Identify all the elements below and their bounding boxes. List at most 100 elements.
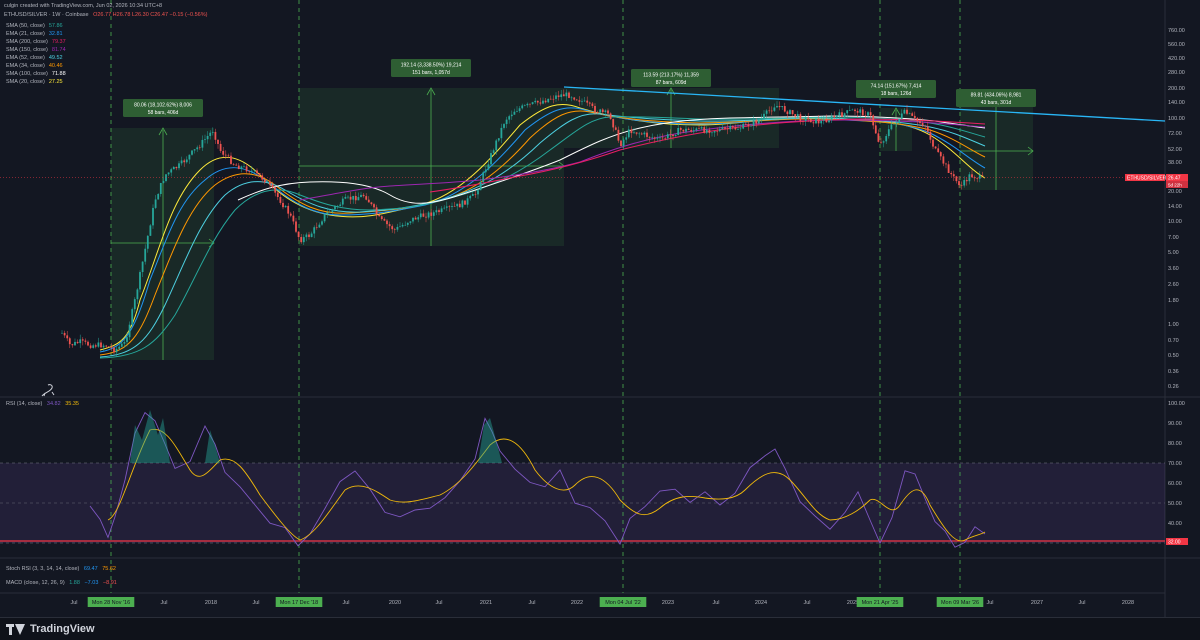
last-price-symbol: ETHUSD/SILVER [1127, 176, 1167, 182]
time-tick-label: Jul [435, 600, 442, 606]
time-tick-label: Jul [252, 600, 259, 606]
price-tick-label: 1.80 [1168, 298, 1179, 304]
rsi-tick-label: 60.00 [1168, 481, 1182, 487]
time-tick-label: 2027 [1031, 600, 1043, 606]
legend-item[interactable]: EMA (21, close) 32.81 [6, 30, 63, 38]
time-tick-label: Jul [1078, 600, 1085, 606]
measurement-label-line1: 89.81 (434.06%) 8,981 [971, 93, 1022, 99]
time-tick-label: Jul [803, 600, 810, 606]
stoch-rsi-legend[interactable]: Stoch RSI (3, 3, 14, 14, close) 69.47 75… [6, 566, 116, 572]
time-tick-label: 2020 [389, 600, 401, 606]
legend-item[interactable]: EMA (52, close) 49.52 [6, 54, 63, 62]
chart-canvas[interactable]: 80.06 (18,102.62%) 8,00658 bars, 406d 192… [0, 0, 1200, 617]
price-tick-label: 14.00 [1168, 204, 1182, 210]
measurement-label-line1: 74.14 (151.67%) 7,414 [871, 84, 922, 90]
author-line: culgin created with TradingView.com, Jun… [4, 3, 163, 9]
rsi-tick-label: 40.00 [1168, 521, 1182, 527]
rsi-legend[interactable]: RSI (14, close) 34.82 35.35 [6, 401, 79, 407]
rsi-marker-value: 32.00 [1168, 540, 1181, 546]
symbol-line[interactable]: ETHUSD/SILVER · 1W · Coinbase O26.77 H26… [4, 12, 207, 19]
legend-value: 79.37 [51, 39, 66, 45]
price-tick-label: 5.00 [1168, 250, 1179, 256]
time-tick-label: 2024 [755, 600, 767, 606]
measurement-label-line1: 113.59 (213.17%) 11,359 [643, 73, 699, 79]
time-marker-label: Mon 17 Dec '18 [280, 600, 318, 606]
price-tick-label: 20.00 [1168, 189, 1182, 195]
price-tick-label: 38.00 [1168, 160, 1182, 166]
price-tick-label: 3.60 [1168, 266, 1179, 272]
time-tick-label: 2018 [205, 600, 217, 606]
legend-label: SMA (200, close) [6, 39, 48, 45]
footer-bar: TradingView [0, 617, 1200, 640]
price-tick-label: 760.00 [1168, 28, 1185, 34]
ohlc-values: O26.77 H26.78 L26.30 C26.47 −0.15 (−0.56… [93, 12, 208, 18]
price-tick-label: 52.00 [1168, 147, 1182, 153]
rsi-tick-label: 100.00 [1168, 401, 1185, 407]
legend-item[interactable]: SMA (200, close) 79.37 [6, 38, 66, 46]
price-tick-label: 0.26 [1168, 384, 1179, 390]
brand-name: TradingView [30, 623, 95, 635]
time-marker-label: Mon 04 Jul '22 [605, 600, 641, 606]
legend-value: 49.52 [48, 55, 63, 61]
price-tick-label: 7.00 [1168, 235, 1179, 241]
rsi-tick-label: 90.00 [1168, 421, 1182, 427]
measurement-label-line2: 43 bars, 301d [981, 100, 1012, 106]
brand[interactable]: TradingView [6, 623, 95, 635]
measurement-label-line1: 80.06 (18,102.62%) 8,006 [134, 103, 192, 109]
price-tick-label: 280.00 [1168, 70, 1185, 76]
legend-label: EMA (34, close) [6, 63, 45, 69]
time-tick-label: Jul [342, 600, 349, 606]
price-tick-label: 200.00 [1168, 86, 1185, 92]
price-tick-label: 100.00 [1168, 116, 1185, 122]
last-price-value: 26.47 [1168, 176, 1181, 182]
measurement-label-line2: 87 bars, 609d [656, 80, 687, 86]
legend-value: 81.74 [51, 47, 66, 53]
legend-item[interactable]: SMA (100, close) 71.88 [6, 70, 66, 78]
price-tick-label: 0.70 [1168, 338, 1179, 344]
legend-label: SMA (100, close) [6, 71, 48, 77]
legend-item[interactable]: SMA (150, close) 81.74 [6, 46, 66, 54]
macd-legend[interactable]: MACD (close, 12, 26, 9) 1.88 −7.03 −8.91 [6, 580, 117, 586]
price-tick-label: 0.50 [1168, 353, 1179, 359]
time-tick-label: 2021 [480, 600, 492, 606]
time-marker-label: Mon 09 Mar '26 [941, 600, 979, 606]
last-price-countdown: 5d 22h [1168, 183, 1182, 188]
rsi-tick-label: 80.00 [1168, 441, 1182, 447]
time-tick-label: Jul [712, 600, 719, 606]
price-tick-label: 0.36 [1168, 369, 1179, 375]
time-marker-label: Mon 21 Apr '25 [862, 600, 899, 606]
rsi-tick-label: 50.00 [1168, 501, 1182, 507]
legend-value: 57.86 [48, 23, 63, 29]
symbol-title[interactable]: ETHUSD/SILVER · 1W · Coinbase [4, 12, 89, 18]
measurement-label-line2: 58 bars, 406d [148, 110, 179, 116]
legend-value: 32.81 [48, 31, 63, 37]
price-tick-label: 10.00 [1168, 219, 1182, 225]
legend-item[interactable]: SMA (50, close) 57.86 [6, 22, 63, 30]
measurement-label-line2: 151 bars, 1,057d [412, 70, 450, 76]
price-tick-label: 140.00 [1168, 100, 1185, 106]
legend-value: 40.46 [48, 63, 63, 69]
legend-label: EMA (52, close) [6, 55, 45, 61]
legend-label: SMA (150, close) [6, 47, 48, 53]
time-tick-label: 2022 [571, 600, 583, 606]
price-tick-label: 2.60 [1168, 282, 1179, 288]
time-tick-label: 2028 [1122, 600, 1134, 606]
legend-label: EMA (21, close) [6, 31, 45, 37]
time-tick-label: Jul [528, 600, 535, 606]
legend-value: 27.25 [48, 79, 63, 85]
price-tick-label: 420.00 [1168, 56, 1185, 62]
tradingview-logo-icon [6, 623, 26, 635]
price-tick-label: 1.00 [1168, 322, 1179, 328]
time-tick-label: Jul [986, 600, 993, 606]
time-tick-label: 2023 [662, 600, 674, 606]
time-tick-label: Jul [160, 600, 167, 606]
legend-label: SMA (20, close) [6, 79, 45, 85]
legend-value: 71.88 [51, 71, 66, 77]
measurement-label-line1: 192.14 (3,338.50%) 19,214 [401, 63, 462, 69]
legend-item[interactable]: SMA (20, close) 27.25 [6, 78, 63, 86]
price-tick-label: 72.00 [1168, 131, 1182, 137]
time-marker-label: Mon 28 Nov '16 [92, 600, 130, 606]
legend-item[interactable]: EMA (34, close) 40.46 [6, 62, 63, 70]
measurement-label-line2: 18 bars, 126d [881, 91, 912, 97]
price-tick-label: 560.00 [1168, 42, 1185, 48]
